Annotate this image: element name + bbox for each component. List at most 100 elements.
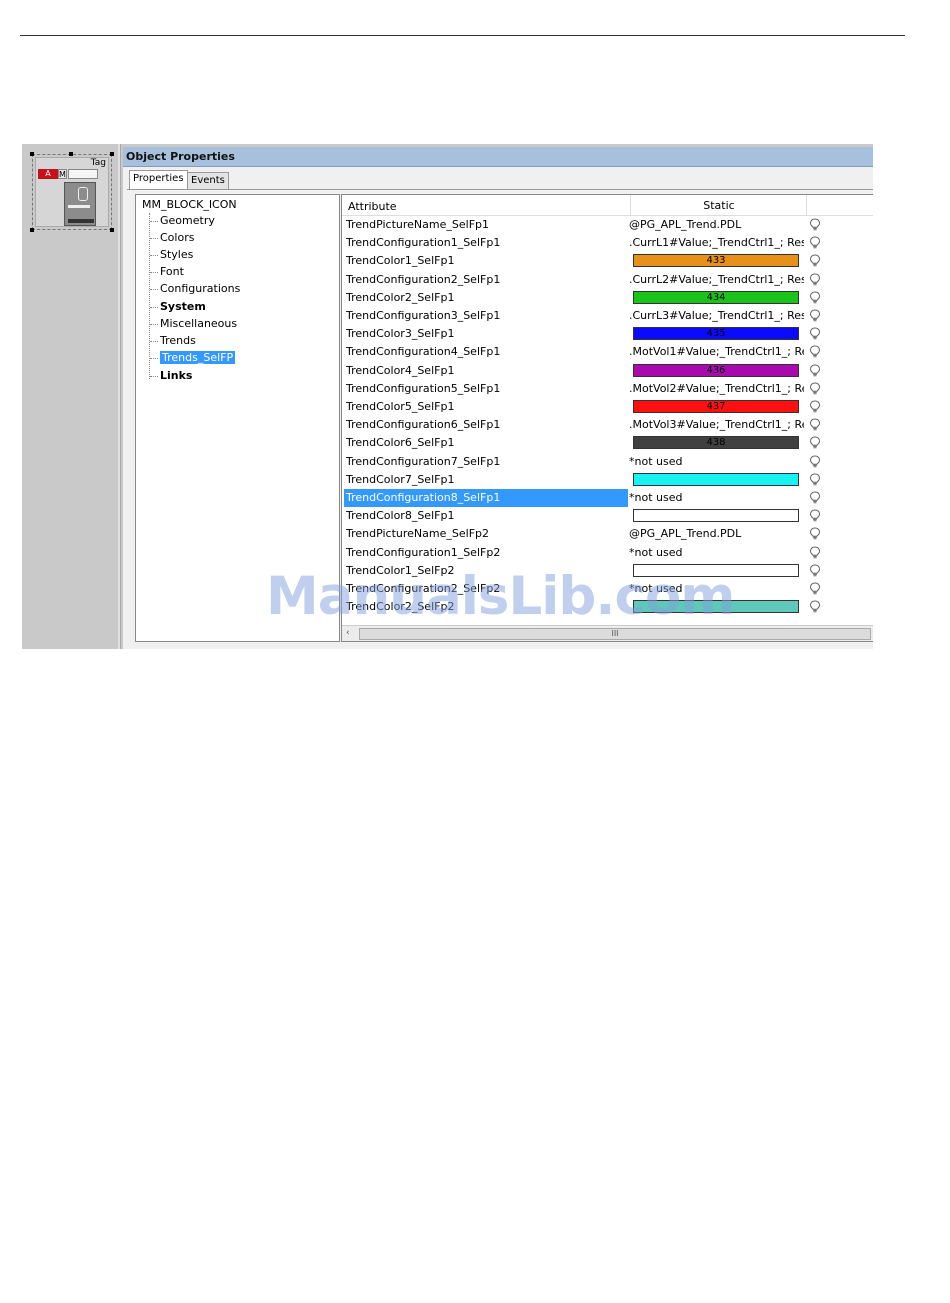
pane-separator[interactable] <box>118 144 121 649</box>
attribute-name-cell[interactable]: TrendColor6_SelFp1 <box>344 434 628 452</box>
static-value-cell[interactable]: .MotVol3#Value;_TrendCtrl1_; Rese <box>629 416 804 434</box>
resize-handle[interactable] <box>69 152 73 156</box>
tree-item-trends[interactable]: Trends <box>150 333 196 349</box>
dynamic-lightbulb-icon[interactable] <box>809 564 821 578</box>
attribute-name-cell[interactable]: TrendConfiguration1_SelFp2 <box>344 544 628 562</box>
table-row[interactable]: TrendColor4_SelFp1 436 <box>342 362 873 380</box>
table-row[interactable]: TrendColor8_SelFp1 <box>342 507 873 525</box>
attribute-name-cell[interactable]: TrendColor3_SelFp1 <box>344 325 628 343</box>
dynamic-lightbulb-icon[interactable] <box>809 455 821 469</box>
table-row[interactable]: TrendColor5_SelFp1 437 <box>342 398 873 416</box>
tree-item-trends-selfp[interactable]: Trends_SelFP <box>150 350 236 366</box>
color-swatch-cell[interactable]: 438 <box>633 436 799 450</box>
attribute-name-cell[interactable]: TrendConfiguration3_SelFp1 <box>344 307 628 325</box>
color-swatch-cell[interactable] <box>633 509 799 523</box>
color-swatch-cell[interactable] <box>633 472 799 486</box>
dynamic-lightbulb-icon[interactable] <box>809 473 821 487</box>
attribute-name-cell[interactable]: TrendConfiguration2_SelFp1 <box>344 271 628 289</box>
static-value-cell[interactable]: .MotVol2#Value;_TrendCtrl1_; Rese <box>629 380 804 398</box>
tab-properties[interactable]: Properties <box>129 170 188 190</box>
attribute-name-cell[interactable]: TrendColor1_SelFp1 <box>344 252 628 270</box>
static-value-cell[interactable]: @PG_APL_Trend.PDL <box>629 525 804 543</box>
table-row[interactable]: TrendColor2_SelFp1 434 <box>342 289 873 307</box>
column-header-static[interactable]: Static <box>630 195 807 215</box>
static-value-cell[interactable]: .CurrL3#Value;_TrendCtrl1_; Resen <box>629 307 804 325</box>
dynamic-lightbulb-icon[interactable] <box>809 382 821 396</box>
tree-item-colors[interactable]: Colors <box>150 230 194 246</box>
table-row[interactable]: TrendConfiguration6_SelFp1 .MotVol3#Value… <box>342 416 873 434</box>
table-row[interactable]: TrendConfiguration2_SelFp1 .CurrL2#Value;… <box>342 271 873 289</box>
table-row[interactable]: TrendConfiguration1_SelFp1 .CurrL1#Value;… <box>342 234 873 252</box>
color-swatch-cell[interactable]: 433 <box>633 254 799 268</box>
resize-handle[interactable] <box>110 152 114 156</box>
static-value-cell[interactable]: *not used <box>629 453 804 471</box>
dynamic-lightbulb-icon[interactable] <box>809 254 821 268</box>
tree-item-geometry[interactable]: Geometry <box>150 213 215 229</box>
table-row[interactable]: TrendConfiguration4_SelFp1 .MotVol1#Value… <box>342 343 873 361</box>
resize-handle[interactable] <box>110 228 114 232</box>
tree-item-links[interactable]: Links <box>150 368 192 384</box>
tree-item-font[interactable]: Font <box>150 264 184 280</box>
static-value-cell[interactable]: .CurrL1#Value;_TrendCtrl1_; Resen <box>629 234 804 252</box>
tree-root[interactable]: MM_BLOCK_ICON <box>142 198 237 211</box>
dynamic-lightbulb-icon[interactable] <box>809 364 821 378</box>
tab-events[interactable]: Events <box>187 172 229 189</box>
static-value-cell[interactable]: .MotVol1#Value;_TrendCtrl1_; Rese <box>629 343 804 361</box>
dynamic-lightbulb-icon[interactable] <box>809 600 821 614</box>
dynamic-lightbulb-icon[interactable] <box>809 218 821 232</box>
dynamic-lightbulb-icon[interactable] <box>809 400 821 414</box>
table-row[interactable]: TrendColor7_SelFp1 <box>342 471 873 489</box>
dynamic-lightbulb-icon[interactable] <box>809 436 821 450</box>
table-row[interactable]: TrendConfiguration3_SelFp1 .CurrL3#Value;… <box>342 307 873 325</box>
static-value-cell[interactable]: *not used <box>629 544 804 562</box>
dynamic-lightbulb-icon[interactable] <box>809 309 821 323</box>
dynamic-lightbulb-icon[interactable] <box>809 546 821 560</box>
attribute-name-cell[interactable]: TrendColor7_SelFp1 <box>344 471 628 489</box>
table-row[interactable]: TrendConfiguration7_SelFp1 *not used <box>342 453 873 471</box>
table-row[interactable]: TrendConfiguration1_SelFp2 *not used <box>342 544 873 562</box>
dynamic-lightbulb-icon[interactable] <box>809 291 821 305</box>
table-row[interactable]: TrendColor3_SelFp1 435 <box>342 325 873 343</box>
attribute-name-cell[interactable]: TrendPictureName_SelFp2 <box>344 525 628 543</box>
attribute-name-cell[interactable]: TrendColor8_SelFp1 <box>344 507 628 525</box>
color-swatch-cell[interactable]: 436 <box>633 363 799 377</box>
tree-item-configurations[interactable]: Configurations <box>150 281 240 297</box>
dynamic-lightbulb-icon[interactable] <box>809 418 821 432</box>
dynamic-lightbulb-icon[interactable] <box>809 509 821 523</box>
color-swatch-cell[interactable]: 437 <box>633 400 799 413</box>
table-row[interactable]: TrendConfiguration5_SelFp1 .MotVol2#Value… <box>342 380 873 398</box>
attribute-name-cell[interactable]: TrendConfiguration8_SelFp1 <box>344 489 628 507</box>
resize-handle[interactable] <box>30 152 34 156</box>
color-swatch-cell[interactable]: 435 <box>633 327 799 341</box>
table-row[interactable]: TrendConfiguration8_SelFp1 *not used <box>342 489 873 507</box>
attribute-name-cell[interactable]: TrendPictureName_SelFp1 <box>344 216 628 234</box>
tree-item-styles[interactable]: Styles <box>150 247 193 263</box>
dynamic-lightbulb-icon[interactable] <box>809 527 821 541</box>
block-icon[interactable]: Tag A M <box>30 152 114 232</box>
dynamic-lightbulb-icon[interactable] <box>809 491 821 505</box>
attribute-name-cell[interactable]: TrendConfiguration4_SelFp1 <box>344 343 628 361</box>
scrollbar-thumb[interactable]: III <box>359 628 871 640</box>
horizontal-scrollbar[interactable]: ‹ III <box>342 625 873 641</box>
attribute-name-cell[interactable]: TrendColor5_SelFp1 <box>344 398 628 416</box>
static-value-cell[interactable]: *not used <box>629 489 804 507</box>
attribute-name-cell[interactable]: TrendConfiguration7_SelFp1 <box>344 453 628 471</box>
color-swatch-cell[interactable]: 434 <box>633 290 799 304</box>
attribute-name-cell[interactable]: TrendConfiguration1_SelFp1 <box>344 234 628 252</box>
table-row[interactable]: TrendPictureName_SelFp1 @PG_APL_Trend.PDL <box>342 216 873 234</box>
tree-item-miscellaneous[interactable]: Miscellaneous <box>150 316 237 332</box>
dynamic-lightbulb-icon[interactable] <box>809 273 821 287</box>
attribute-name-cell[interactable]: TrendConfiguration6_SelFp1 <box>344 416 628 434</box>
table-row[interactable]: TrendColor6_SelFp1 438 <box>342 434 873 452</box>
tree-item-system[interactable]: System <box>150 299 206 315</box>
static-value-cell[interactable]: .CurrL2#Value;_TrendCtrl1_; Resen <box>629 271 804 289</box>
column-header-attribute[interactable]: Attribute <box>348 200 397 213</box>
dynamic-lightbulb-icon[interactable] <box>809 327 821 341</box>
dynamic-lightbulb-icon[interactable] <box>809 582 821 596</box>
scroll-left-icon[interactable]: ‹ <box>346 628 350 638</box>
dynamic-lightbulb-icon[interactable] <box>809 345 821 359</box>
static-value-cell[interactable]: @PG_APL_Trend.PDL <box>629 216 804 234</box>
table-row[interactable]: TrendPictureName_SelFp2 @PG_APL_Trend.PDL <box>342 525 873 543</box>
table-row[interactable]: TrendColor1_SelFp1 433 <box>342 252 873 270</box>
dynamic-lightbulb-icon[interactable] <box>809 236 821 250</box>
